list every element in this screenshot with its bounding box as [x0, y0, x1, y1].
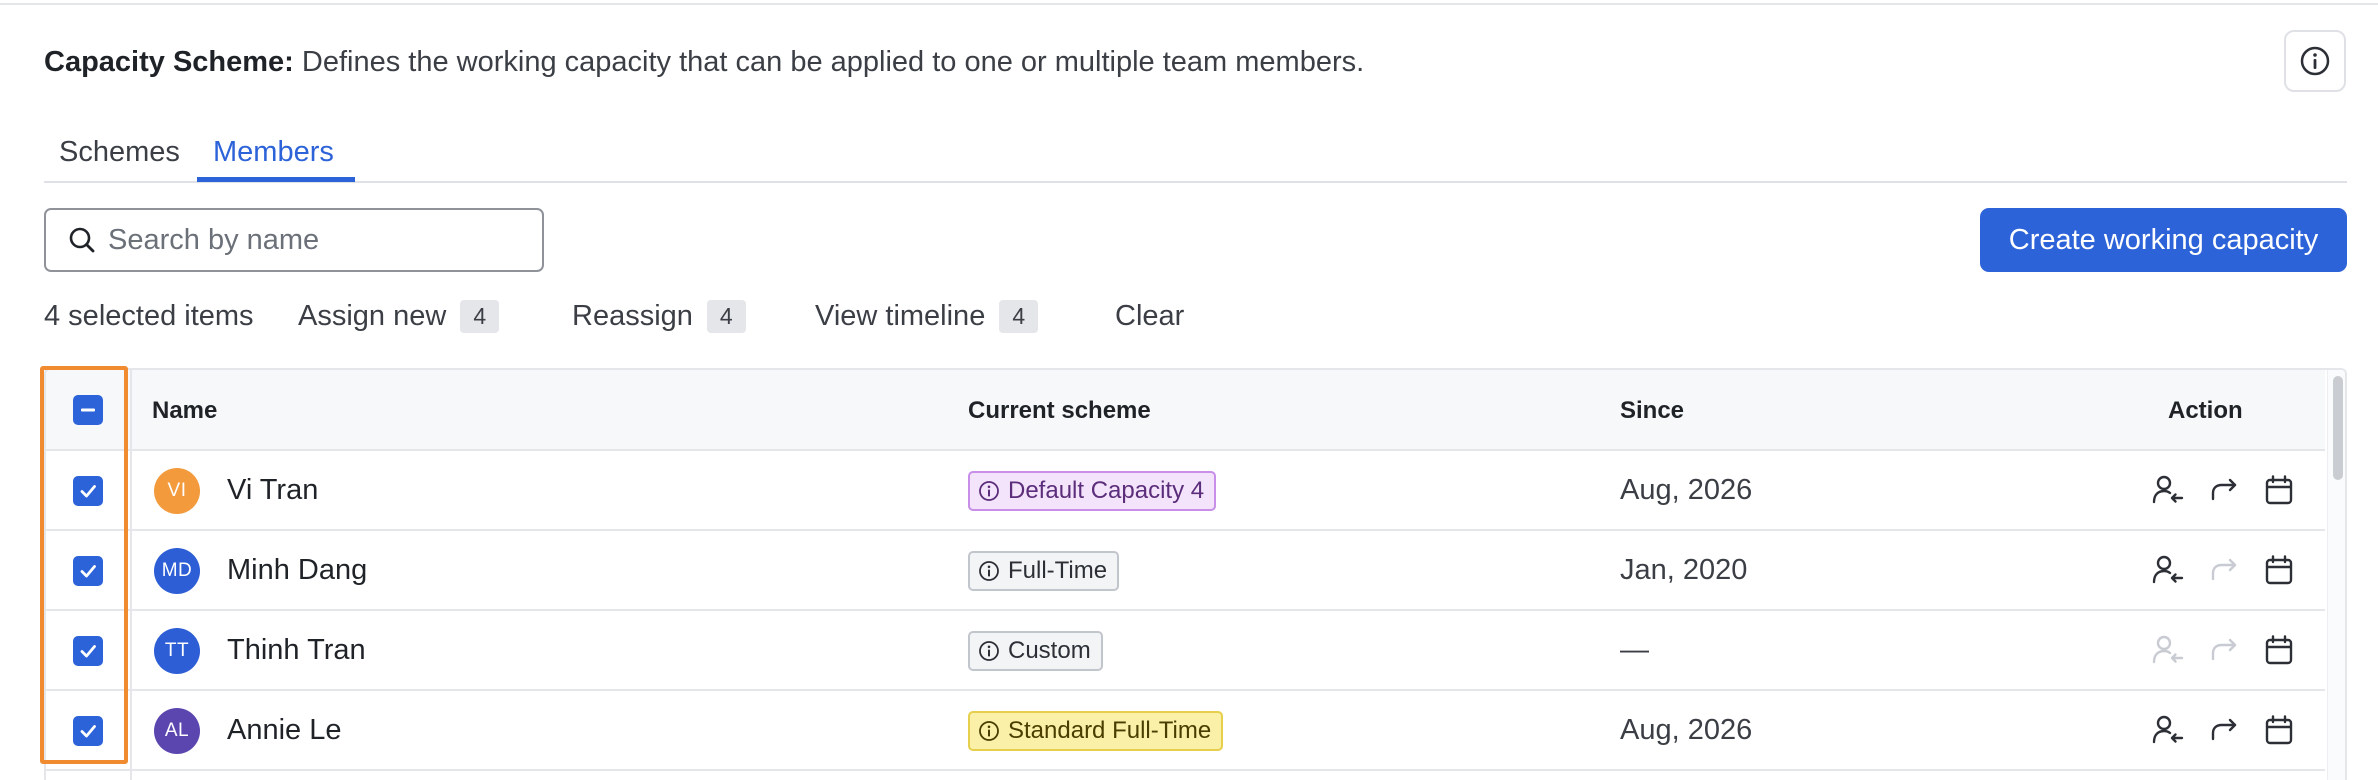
- redo-arrow-icon: [2211, 638, 2237, 661]
- top-divider: [0, 0, 2378, 5]
- member-name: Annie Le: [227, 714, 342, 746]
- since-date: —: [1620, 634, 1649, 666]
- calendar-icon: [2265, 475, 2293, 505]
- table-row[interactable]: TT Thinh Tran Custom —: [46, 611, 2325, 691]
- clear-selection-button[interactable]: Clear: [1115, 300, 1184, 333]
- view-timeline-label: View timeline: [815, 300, 986, 332]
- redo-arrow-icon: [2211, 558, 2237, 581]
- minus-icon: [81, 408, 95, 412]
- avatar: MD: [154, 548, 200, 594]
- scheme-tag[interactable]: Full-Time: [968, 551, 1120, 591]
- table-row[interactable]: AL Annie Le Standard Full-Time Aug, 2026: [46, 691, 2325, 771]
- create-working-capacity-button[interactable]: Create working capacity: [1980, 208, 2347, 272]
- redo-arrow-icon: [2211, 478, 2237, 501]
- reassign-button[interactable]: Reassign 4: [572, 300, 746, 333]
- reassign-count-badge: 4: [706, 300, 746, 333]
- since-date: Jan, 2020: [1620, 554, 1748, 586]
- check-icon: [80, 725, 96, 738]
- since-date: Aug, 2026: [1620, 714, 1753, 746]
- since-date: Aug, 2026: [1620, 474, 1753, 506]
- column-header-scheme[interactable]: Current scheme: [968, 397, 1151, 425]
- reassign-action-button[interactable]: [2206, 552, 2242, 588]
- user-assign-icon: [2152, 715, 2184, 744]
- tab-schemes[interactable]: Schemes: [59, 136, 180, 181]
- member-name: Vi Tran: [227, 474, 319, 506]
- table-header: Name Current scheme Since Action: [46, 370, 2325, 451]
- assign-action-button[interactable]: [2150, 552, 2186, 588]
- scheme-tag-label: Custom: [1008, 637, 1091, 664]
- tab-members[interactable]: Members: [213, 136, 334, 181]
- table-row[interactable]: MD Minh Dang Full-Time Jan, 2020: [46, 531, 2325, 611]
- table-row[interactable]: VI Vi Tran Default Capacity 4 Aug, 2026: [46, 451, 2325, 531]
- scheme-tag[interactable]: Default Capacity 4: [968, 471, 1217, 511]
- calendar-icon: [2265, 715, 2293, 745]
- members-table: Name Current scheme Since Action VI Vi T…: [44, 368, 2347, 780]
- column-header-since[interactable]: Since: [1620, 397, 1684, 425]
- scrollbar-thumb[interactable]: [2333, 376, 2343, 480]
- reassign-action-button[interactable]: [2206, 712, 2242, 748]
- check-icon: [80, 485, 96, 498]
- member-name: Thinh Tran: [227, 634, 366, 666]
- header-label: Capacity Scheme:: [44, 46, 294, 78]
- calendar-icon: [2265, 555, 2293, 585]
- scheme-tag-label: Standard Full-Time: [1008, 717, 1212, 744]
- assign-action-button[interactable]: [2150, 712, 2186, 748]
- info-button[interactable]: [2284, 30, 2346, 92]
- assign-new-label: Assign new: [298, 300, 447, 332]
- scheme-tag-label: Full-Time: [1008, 557, 1108, 584]
- reassign-action-button[interactable]: [2206, 632, 2242, 668]
- row-checkbox[interactable]: [73, 556, 103, 586]
- calendar-icon: [2265, 635, 2293, 665]
- page-header: Capacity Scheme: Defines the working cap…: [44, 46, 1364, 79]
- info-circle-icon: [979, 721, 999, 741]
- assign-new-button[interactable]: Assign new 4: [298, 300, 500, 333]
- user-assign-icon: [2152, 635, 2184, 664]
- active-tab-indicator: [197, 177, 355, 182]
- select-all-checkbox[interactable]: [73, 395, 103, 425]
- avatar: AL: [154, 708, 200, 754]
- row-checkbox[interactable]: [73, 636, 103, 666]
- avatar: TT: [154, 628, 200, 674]
- timeline-action-button[interactable]: [2261, 632, 2297, 668]
- search-box[interactable]: [44, 208, 544, 272]
- check-icon: [80, 565, 96, 578]
- search-icon: [69, 227, 95, 253]
- timeline-action-button[interactable]: [2261, 712, 2297, 748]
- avatar: VI: [154, 468, 200, 514]
- user-assign-icon: [2152, 475, 2184, 504]
- row-checkbox[interactable]: [73, 716, 103, 746]
- info-circle-icon: [979, 641, 999, 661]
- reassign-action-button[interactable]: [2206, 472, 2242, 508]
- info-circle-icon: [2300, 46, 2330, 76]
- column-header-action: Action: [2168, 397, 2243, 424]
- row-checkbox[interactable]: [73, 476, 103, 506]
- tab-bar: Schemes Members: [44, 126, 2347, 183]
- assign-action-button[interactable]: [2150, 632, 2186, 668]
- search-input[interactable]: [108, 223, 528, 257]
- selected-count-text: 4 selected items: [44, 300, 254, 332]
- info-circle-icon: [979, 481, 999, 501]
- table-scrollbar[interactable]: [2327, 370, 2345, 780]
- scheme-tag-label: Default Capacity 4: [1008, 477, 1205, 504]
- header-description: Defines the working capacity that can be…: [301, 46, 1365, 78]
- member-name: Minh Dang: [227, 554, 368, 586]
- assign-count-badge: 4: [460, 300, 500, 333]
- check-icon: [80, 645, 96, 658]
- assign-action-button[interactable]: [2150, 472, 2186, 508]
- timeline-action-button[interactable]: [2261, 472, 2297, 508]
- reassign-label: Reassign: [572, 300, 693, 332]
- timeline-count-badge: 4: [999, 300, 1039, 333]
- scheme-tag[interactable]: Custom: [968, 631, 1103, 671]
- checkbox-column-divider: [130, 370, 132, 780]
- user-assign-icon: [2152, 555, 2184, 584]
- scheme-tag[interactable]: Standard Full-Time: [968, 711, 1224, 751]
- column-header-name[interactable]: Name: [152, 397, 217, 425]
- view-timeline-button[interactable]: View timeline 4: [815, 300, 1039, 333]
- redo-arrow-icon: [2211, 718, 2237, 741]
- timeline-action-button[interactable]: [2261, 552, 2297, 588]
- info-circle-icon: [979, 561, 999, 581]
